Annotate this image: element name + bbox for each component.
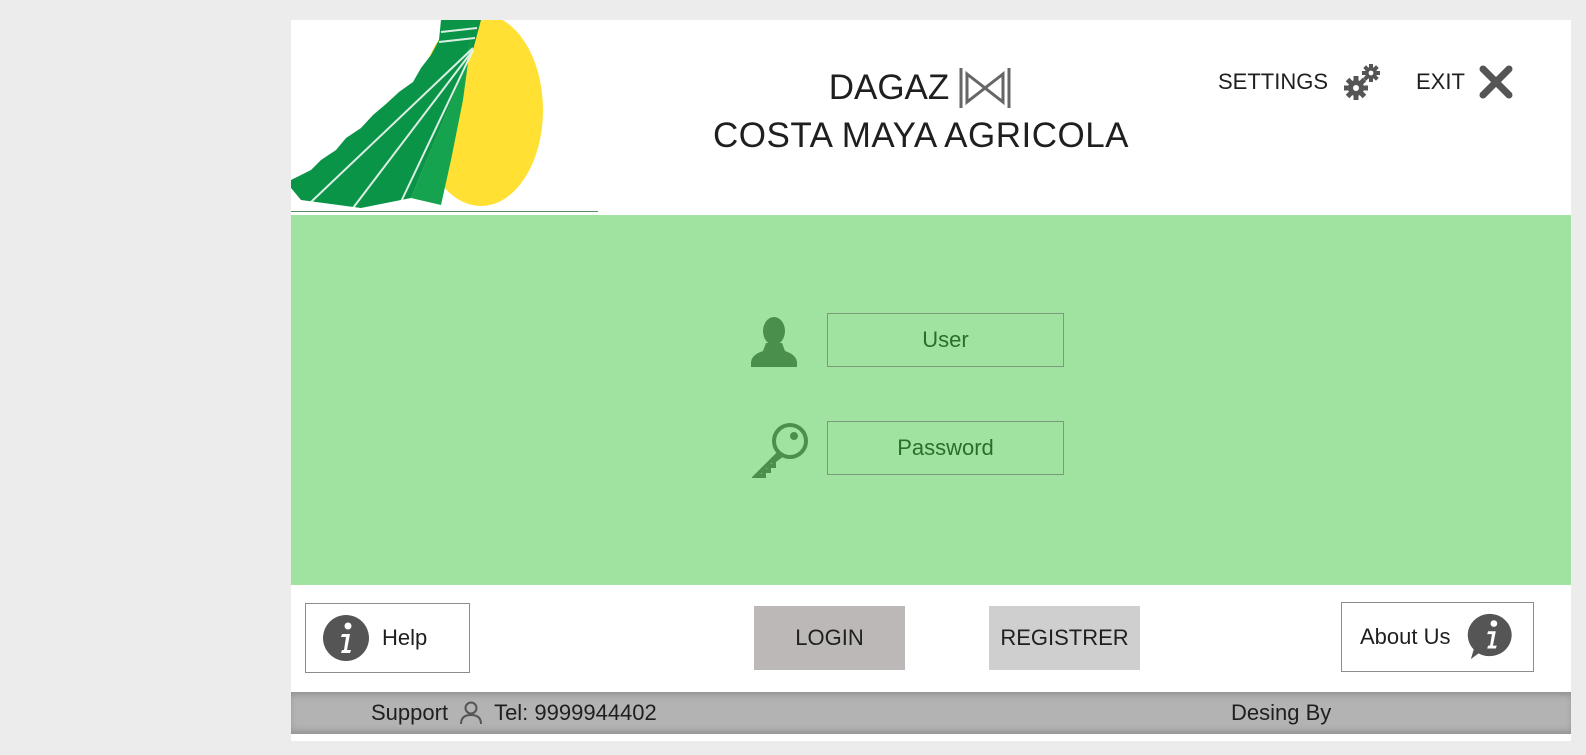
app-title: DAGAZ COSTA MAYA AGRICOLA: [621, 64, 1221, 160]
help-label: Help: [382, 625, 428, 650]
exit-button[interactable]: EXIT: [1416, 60, 1513, 104]
login-window: DAGAZ COSTA MAYA AGRICOLA SETTINGS EXIT …: [291, 20, 1571, 741]
settings-button[interactable]: SETTINGS: [1218, 60, 1382, 104]
about-us-button[interactable]: About Us: [1341, 602, 1534, 672]
settings-label: SETTINGS: [1218, 69, 1329, 94]
help-button[interactable]: Help: [305, 603, 470, 673]
user-silhouette-icon: [751, 317, 797, 367]
login-form-panel: User Password: [291, 215, 1571, 585]
title-company: COSTA MAYA AGRICOLA: [713, 116, 1129, 155]
company-logo: [291, 20, 598, 212]
status-footer: Support Tel: 9999944402 Desing By: [291, 692, 1571, 734]
logo-graphic: [291, 20, 543, 209]
login-button[interactable]: LOGIN: [754, 606, 905, 670]
title-brand: DAGAZ: [828, 68, 950, 107]
password-input[interactable]: Password: [827, 421, 1064, 475]
designed-by-label: Desing By: [1231, 700, 1332, 725]
gears-icon: [1344, 64, 1381, 100]
info-icon: [323, 615, 369, 661]
support-phone: Tel: 9999944402: [494, 700, 657, 725]
logo-divider: [291, 211, 598, 212]
info-speech-bubble-icon: [1467, 613, 1512, 660]
register-button[interactable]: REGISTRER: [989, 606, 1140, 670]
key-icon: [752, 423, 808, 478]
support-label: Support: [371, 700, 449, 725]
close-icon: [1479, 65, 1513, 99]
bowtie-icon: [959, 68, 1011, 108]
about-us-label: About Us: [1360, 624, 1451, 649]
exit-label: EXIT: [1416, 69, 1465, 94]
person-outline-icon: [460, 701, 483, 725]
user-input[interactable]: User: [827, 313, 1064, 367]
